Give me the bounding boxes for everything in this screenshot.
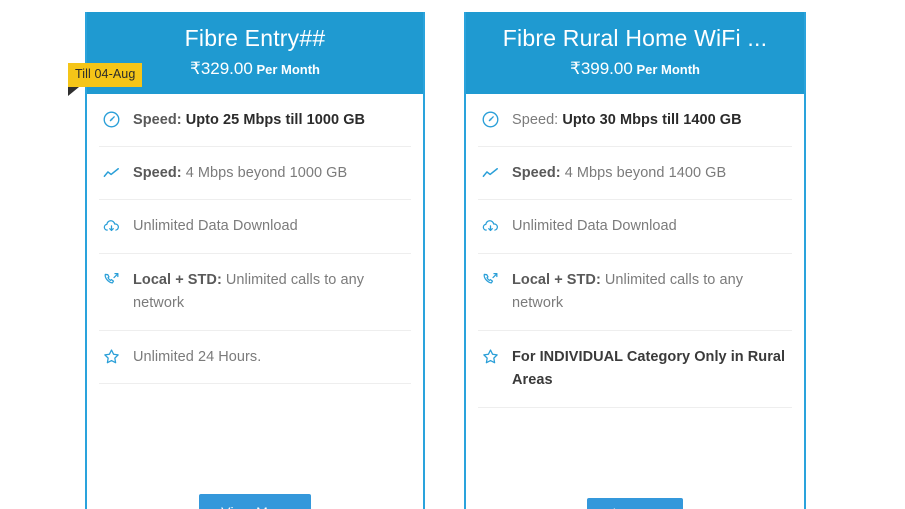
list-item: Unlimited 24 Hours. [99,331,411,385]
feature-value: For INDIVIDUAL Category Only in Rural Ar… [512,348,786,389]
feature-text: For INDIVIDUAL Category Only in Rural Ar… [512,346,790,393]
feature-text: Speed: 4 Mbps beyond 1400 GB [512,162,726,185]
feature-lead: Speed: [133,165,182,181]
cloud-download-icon [101,216,121,236]
feature-value: Unlimited Data Download [512,218,677,235]
plan-price-symbol: ₹ [189,59,201,79]
plan-card-fibre-entry[interactable]: Fibre Entry## ₹329.00 Per Month Speed: U… [85,12,425,509]
speedometer-icon [101,110,121,130]
plan-card-fibre-rural-home-wifi[interactable]: Fibre Rural Home WiFi ... ₹399.00 Per Mo… [464,12,806,509]
view-more-button[interactable]: View More [586,498,684,509]
feature-lead: Speed: [512,111,559,128]
plan-title: Fibre Entry## [184,25,326,51]
plan-feature-list: Speed: Upto 30 Mbps till 1400 GB Speed: … [466,94,804,458]
list-item: Local + STD: Unlimited calls to any netw… [478,254,792,331]
feature-value: Unlimited Data Download [133,218,298,235]
plan-feature-list: Speed: Upto 25 Mbps till 1000 GB Speed: … [87,94,423,454]
feature-text: Unlimited Data Download [512,215,677,238]
feature-value: Upto 25 Mbps till 1000 GB [181,111,366,128]
ribbon-fold-icon [68,86,79,96]
plan-comparison-page: Fibre Entry## ₹329.00 Per Month Speed: U… [0,0,905,509]
list-item: Unlimited Data Download [478,200,792,254]
plan-price-amount: 399.00 [580,59,633,79]
list-item: Speed: 4 Mbps beyond 1000 GB [99,147,411,201]
plan-card-header: Fibre Rural Home WiFi ... ₹399.00 Per Mo… [466,12,804,94]
phone-outgoing-icon [101,270,121,290]
plan-price-symbol: ₹ [569,59,581,79]
plan-title: Fibre Rural Home WiFi ... [502,25,768,51]
feature-value: 4 Mbps beyond 1000 GB [181,165,348,181]
offer-validity-label: Till 04-Aug [75,67,136,81]
view-more-button[interactable]: View More [199,494,311,509]
star-icon [480,347,500,367]
feature-value: Upto 30 Mbps till 1400 GB [558,111,742,128]
feature-text: Local + STD: Unlimited calls to any netw… [133,269,409,316]
plan-price: ₹399.00 Per Month [476,59,794,79]
line-chart-icon [480,163,500,183]
list-item: Speed: 4 Mbps beyond 1400 GB [478,147,792,201]
plan-card-footer: View More [466,458,804,509]
plan-price: ₹329.00 Per Month [97,59,413,79]
line-chart-icon [101,163,121,183]
phone-outgoing-icon [480,270,500,290]
feature-text: Local + STD: Unlimited calls to any netw… [512,269,790,316]
cloud-download-icon [480,216,500,236]
feature-text: Unlimited Data Download [133,215,298,238]
list-item: Speed: Upto 25 Mbps till 1000 GB [99,94,411,147]
plan-price-amount: 329.00 [200,59,253,79]
plan-card-footer: View More [87,454,423,509]
list-item: Local + STD: Unlimited calls to any netw… [99,254,411,331]
feature-text: Speed: Upto 25 Mbps till 1000 GB [133,109,365,132]
feature-value: 4 Mbps beyond 1400 GB [560,165,727,181]
feature-lead: Local + STD: [133,271,222,288]
feature-value: Unlimited 24 Hours. [133,348,262,365]
plan-price-period: Per Month [636,62,700,78]
feature-text: Speed: 4 Mbps beyond 1000 GB [133,162,347,185]
offer-validity-badge: Till 04-Aug [68,63,143,96]
feature-lead: Speed: [133,111,182,128]
feature-text: Speed: Upto 30 Mbps till 1400 GB [512,109,742,132]
list-item: Unlimited Data Download [99,200,411,254]
list-item: For INDIVIDUAL Category Only in Rural Ar… [478,331,792,408]
feature-lead: Local + STD: [512,271,601,288]
feature-lead: Speed: [512,165,561,181]
feature-text: Unlimited 24 Hours. [133,346,261,369]
speedometer-icon [480,110,500,130]
star-icon [101,347,121,367]
list-item: Speed: Upto 30 Mbps till 1400 GB [478,94,792,147]
plan-price-period: Per Month [256,62,320,78]
